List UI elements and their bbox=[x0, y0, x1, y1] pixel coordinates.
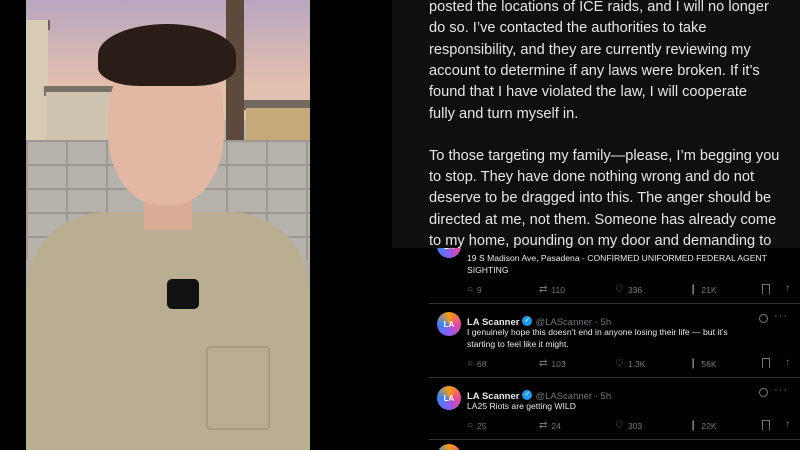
bar-chart-icon: ❙ bbox=[689, 420, 698, 431]
tweet[interactable]: LA 19 S Madison Ave, Pasadena - CONFIRME… bbox=[429, 248, 800, 304]
reply-icon: ○ bbox=[467, 420, 474, 431]
views-button[interactable]: ❙ 56K bbox=[689, 358, 717, 369]
grok-icon[interactable] bbox=[759, 314, 768, 323]
heart-icon: ♡ bbox=[615, 358, 624, 369]
tweet[interactable]: LA LA Scanner ✓ @LAScanner · 5h ··· I genu… bbox=[429, 304, 800, 378]
repost-button[interactable]: ⇄ 103 bbox=[539, 358, 566, 369]
tweet[interactable]: LA LA Scanner ✓ @LAScanner · 5h ··· LA25 R… bbox=[429, 378, 800, 440]
reply-button[interactable]: ○ 25 bbox=[467, 420, 487, 431]
tweet-feed: LA 19 S Madison Ave, Pasadena - CONFIRME… bbox=[429, 248, 800, 450]
more-options-icon[interactable]: ··· bbox=[774, 310, 788, 322]
like-button[interactable]: ♡ 1.3K bbox=[615, 358, 645, 369]
tweet-text: 19 S Madison Ave, Pasadena - CONFIRMED U… bbox=[467, 253, 767, 263]
repost-button[interactable]: ⇄ 110 bbox=[539, 284, 565, 295]
tweet-actions: ○ 9 ⇄ 110 ♡ 336 ❙ 21K ↑ bbox=[467, 283, 800, 298]
views-button[interactable]: ❙ 21K bbox=[689, 284, 717, 295]
statement-line: found that I have violated the law, I wi… bbox=[429, 84, 748, 100]
bar-chart-icon: ❙ bbox=[689, 284, 698, 295]
statement-screenshot: posted the locations of ICE raids, and I… bbox=[392, 0, 800, 248]
statement-line: directed at me, not them. Someone has al… bbox=[429, 212, 777, 228]
bookmark-icon[interactable] bbox=[762, 420, 770, 430]
statement-line: to my home, pounding on my door and dema… bbox=[429, 233, 772, 248]
house bbox=[246, 108, 310, 144]
clip-microphone bbox=[167, 279, 199, 309]
more-options-icon[interactable]: ··· bbox=[774, 384, 788, 396]
share-icon[interactable]: ↑ bbox=[785, 419, 790, 430]
statement-line: deserve to be dragged into this. The ang… bbox=[429, 190, 772, 206]
statement-line: fully and turn myself in. bbox=[429, 106, 579, 122]
share-icon[interactable]: ↑ bbox=[785, 283, 790, 294]
avatar[interactable] bbox=[437, 444, 461, 450]
repost-icon: ⇄ bbox=[539, 420, 548, 431]
right-panel: posted the locations of ICE raids, and I… bbox=[392, 0, 800, 450]
bookmark-icon[interactable] bbox=[762, 284, 770, 294]
repost-icon: ⇄ bbox=[539, 284, 548, 295]
statement-line: do so. I’ve contacted the authorities to… bbox=[429, 20, 707, 36]
bookmark-icon[interactable] bbox=[762, 358, 770, 368]
reply-button[interactable]: ○ 68 bbox=[467, 358, 487, 369]
shirt-pocket bbox=[206, 346, 270, 430]
video-frame[interactable] bbox=[26, 0, 310, 450]
statement-line: responsibility, and they are currently r… bbox=[429, 42, 751, 58]
like-button[interactable]: ♡ 336 bbox=[615, 284, 642, 295]
verified-badge-icon: ✓ bbox=[522, 315, 533, 326]
repost-button[interactable]: ⇄ 24 bbox=[539, 420, 561, 431]
utility-pole bbox=[226, 0, 244, 160]
avatar[interactable]: LA bbox=[437, 386, 461, 410]
tweet-text: LA25 Riots are getting WILD bbox=[467, 401, 576, 411]
heart-icon: ♡ bbox=[615, 420, 624, 431]
statement-line: To those targeting my family—please, I’m… bbox=[429, 148, 780, 164]
tweet-text: I genuinely hope this doesn’t end in any… bbox=[467, 327, 728, 337]
reply-button[interactable]: ○ 9 bbox=[467, 284, 482, 295]
avatar[interactable]: LA bbox=[437, 312, 461, 336]
house bbox=[26, 20, 48, 140]
verified-badge-icon: ✓ bbox=[522, 389, 533, 400]
reply-icon: ○ bbox=[467, 358, 474, 369]
tweet-actions: ○ 68 ⇄ 103 ♡ 1.3K ❙ 56K ↑ bbox=[467, 357, 800, 372]
statement-line: account to determine if any laws were br… bbox=[429, 63, 760, 79]
tweet-text: SIGHTING bbox=[467, 265, 509, 275]
like-button[interactable]: ♡ 303 bbox=[615, 420, 642, 431]
bar-chart-icon: ❙ bbox=[689, 358, 698, 369]
tweet-text: starting to feel like it might. bbox=[467, 339, 569, 349]
reply-icon: ○ bbox=[467, 284, 474, 295]
avatar[interactable]: LA bbox=[437, 248, 461, 258]
statement-line: posted the locations of ICE raids, and I… bbox=[429, 0, 769, 15]
repost-icon: ⇄ bbox=[539, 358, 548, 369]
share-icon[interactable]: ↑ bbox=[785, 357, 790, 368]
heart-icon: ♡ bbox=[615, 284, 624, 295]
views-button[interactable]: ❙ 22K bbox=[689, 420, 717, 431]
tweet-actions: ○ 25 ⇄ 24 ♡ 303 ❙ 22K ↑ bbox=[467, 419, 800, 434]
grok-icon[interactable] bbox=[759, 388, 768, 397]
person-hair bbox=[98, 24, 236, 86]
statement-line: to stop. They have done nothing wrong an… bbox=[429, 169, 755, 185]
